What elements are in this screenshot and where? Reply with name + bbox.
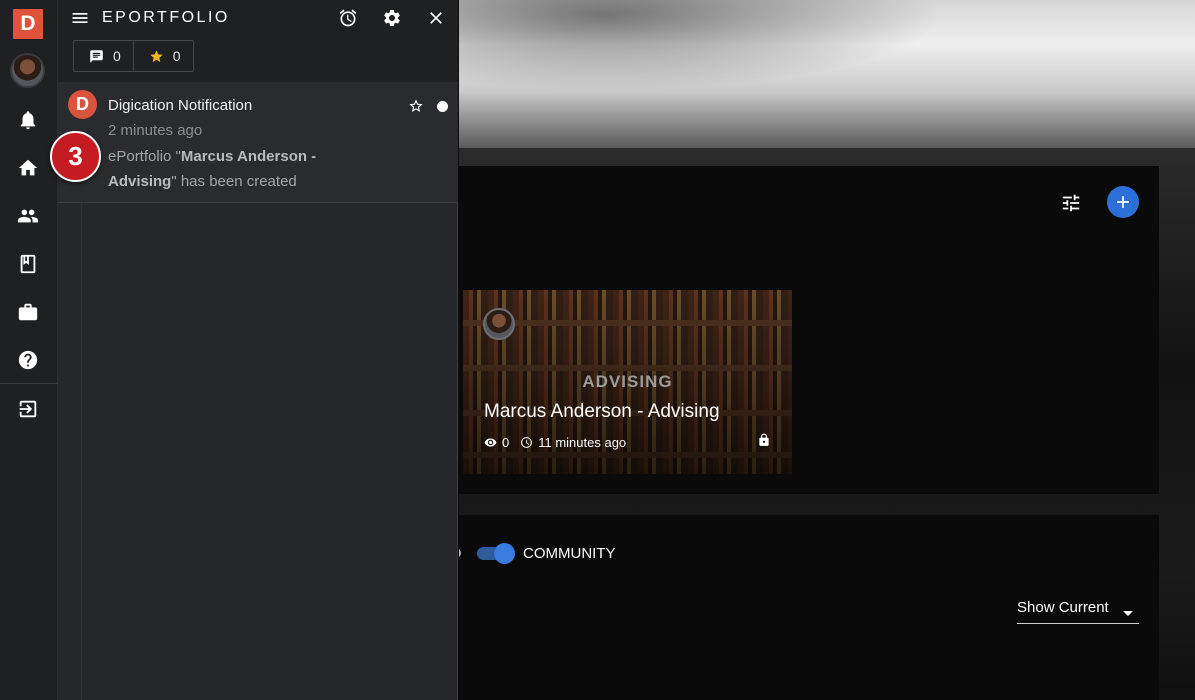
- clock-icon: [521, 437, 533, 448]
- notification-time: 2 minutes ago: [108, 122, 203, 139]
- briefcase-icon[interactable]: [16, 300, 40, 324]
- step-number-badge: 3: [50, 131, 101, 182]
- show-current-select[interactable]: Show Current: [1017, 598, 1139, 624]
- rail-divider: [0, 383, 58, 384]
- main-content: ADVISING Marcus Anderson - Advising 0 11…: [459, 0, 1195, 700]
- notification-body-prefix: ePortfolio ": [108, 148, 181, 165]
- notification-item[interactable]: D Digication Notification 2 minutes ago …: [50, 82, 458, 203]
- show-current-label: Show Current: [1017, 599, 1109, 616]
- add-button[interactable]: [1107, 186, 1139, 218]
- card-title: Marcus Anderson - Advising: [484, 401, 720, 422]
- close-icon[interactable]: [425, 7, 447, 29]
- comments-count: 0: [113, 48, 121, 64]
- left-nav-rail: D: [0, 0, 58, 700]
- notification-title: Digication Notification: [108, 97, 253, 114]
- hero-shadow: [459, 0, 1195, 148]
- card-meta: 0 11 minutes ago: [484, 435, 626, 450]
- bell-icon[interactable]: [16, 108, 40, 132]
- card-owner-avatar: [483, 308, 515, 340]
- card-tag: ADVISING: [582, 372, 673, 391]
- starred-filter-button[interactable]: 0: [132, 41, 193, 71]
- portfolio-card[interactable]: ADVISING Marcus Anderson - Advising 0 11…: [463, 290, 792, 474]
- panel-gutter: [58, 203, 82, 700]
- plus-icon: [1117, 196, 1129, 208]
- unread-dot[interactable]: [437, 101, 448, 112]
- tune-icon[interactable]: [1060, 192, 1082, 214]
- people-icon[interactable]: [16, 204, 40, 228]
- star-outline-icon[interactable]: [408, 98, 424, 114]
- comments-filter-button[interactable]: 0: [74, 41, 133, 71]
- home-icon[interactable]: [16, 156, 40, 180]
- card-views: 0: [502, 435, 510, 450]
- card-updated: 11 minutes ago: [538, 435, 627, 450]
- comment-icon: [90, 49, 103, 63]
- notification-avatar: D: [68, 90, 97, 119]
- notification-body: ePortfolio "Marcus Anderson - Advising" …: [108, 145, 368, 194]
- toggle-knob: [494, 543, 515, 564]
- panel-title: EPORTFOLIO: [102, 9, 230, 26]
- panel-header: EPORTFOLIO 0 0: [58, 0, 458, 82]
- help-icon[interactable]: [16, 348, 40, 372]
- community-toggle[interactable]: [477, 543, 515, 564]
- lock-icon: [757, 433, 771, 447]
- user-avatar[interactable]: [10, 53, 45, 88]
- gear-icon[interactable]: [381, 7, 403, 29]
- menu-icon[interactable]: [70, 8, 90, 28]
- eye-icon: [484, 438, 497, 447]
- stars-count: 0: [172, 48, 181, 64]
- digication-logo[interactable]: D: [13, 9, 43, 39]
- caret-down-icon: [1123, 605, 1133, 616]
- book-icon[interactable]: [16, 252, 40, 276]
- notification-panel: EPORTFOLIO 0 0 D Digication Notification…: [50, 0, 458, 700]
- star-icon: [150, 49, 163, 62]
- alarm-icon[interactable]: [337, 7, 359, 29]
- notification-body-suffix: " has been created: [171, 172, 297, 190]
- logout-icon[interactable]: [16, 397, 40, 421]
- community-label: COMMUNITY: [523, 545, 616, 562]
- notification-filters: 0 0: [73, 40, 194, 72]
